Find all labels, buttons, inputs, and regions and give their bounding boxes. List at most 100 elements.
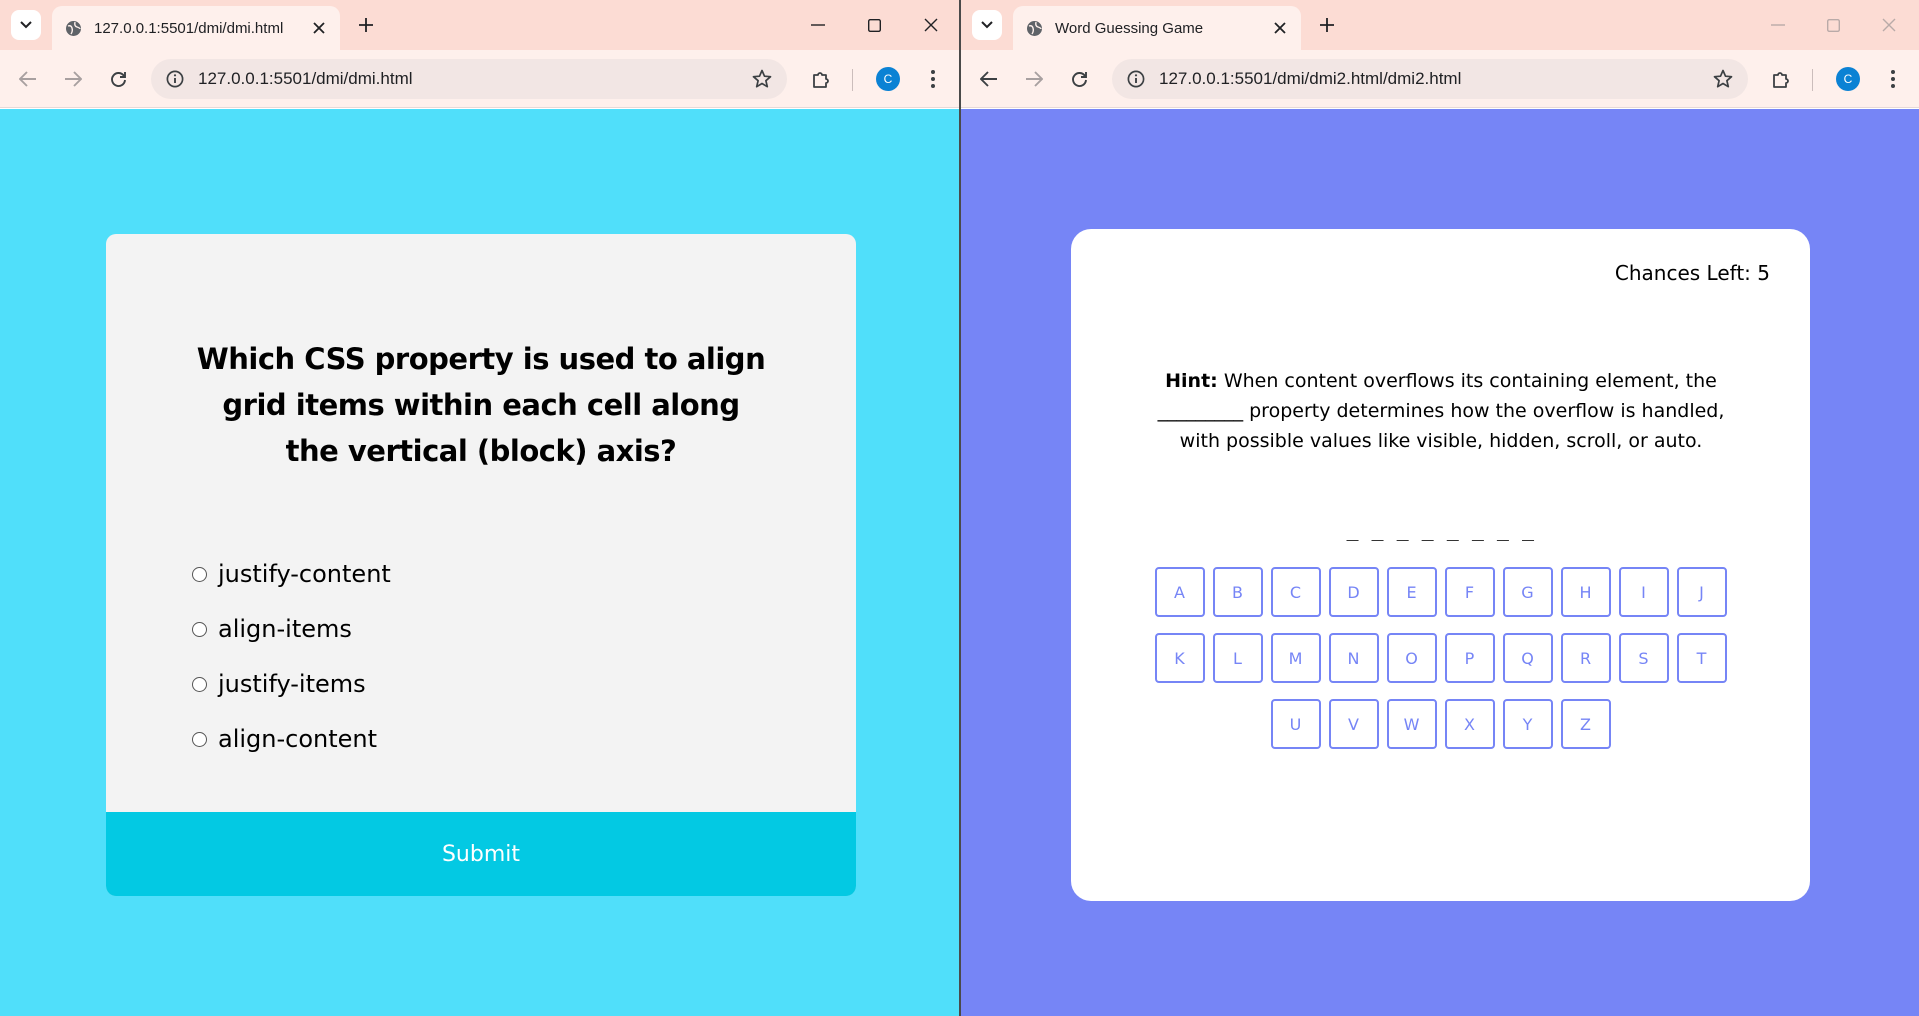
minimize-button[interactable]: [1758, 9, 1798, 41]
letter-key[interactable]: M: [1270, 633, 1321, 683]
maximize-icon: [867, 18, 881, 32]
letter-key[interactable]: P: [1444, 633, 1495, 683]
letter-key[interactable]: R: [1560, 633, 1611, 683]
menu-button[interactable]: [920, 66, 946, 92]
address-bar[interactable]: 127.0.0.1:5501/dmi/dmi2.html/dmi2.html: [1112, 59, 1748, 99]
letter-key[interactable]: Y: [1502, 699, 1553, 749]
reload-button[interactable]: [105, 66, 131, 92]
option-label: justify-items: [218, 670, 366, 698]
maximize-icon: [1826, 18, 1840, 32]
info-icon[interactable]: [165, 69, 185, 89]
quiz-option[interactable]: align-content: [192, 720, 377, 758]
letter-key[interactable]: V: [1328, 699, 1379, 749]
page-viewport: Chances Left: 5 Hint: When content overf…: [961, 109, 1919, 1016]
reload-button[interactable]: [1066, 66, 1092, 92]
toolbar: 127.0.0.1:5501/dmi/dmi.html C: [0, 50, 959, 108]
letter-key[interactable]: N: [1328, 633, 1379, 683]
letter-key[interactable]: Q: [1502, 633, 1553, 683]
letter-key[interactable]: U: [1270, 699, 1321, 749]
back-icon: [19, 71, 36, 87]
letter-key[interactable]: C: [1270, 567, 1321, 617]
letter-key[interactable]: O: [1386, 633, 1437, 683]
letter-key[interactable]: S: [1618, 633, 1669, 683]
maximize-button[interactable]: [854, 9, 894, 41]
radio-button[interactable]: [192, 731, 207, 747]
tab-title: Word Guessing Game: [1055, 19, 1204, 37]
tab-list-button[interactable]: [972, 10, 1002, 40]
new-tab-button[interactable]: [1314, 12, 1340, 38]
back-button[interactable]: [976, 66, 1002, 92]
info-icon[interactable]: [1126, 69, 1146, 89]
star-icon[interactable]: [1712, 68, 1734, 90]
globe-icon: [1025, 19, 1043, 37]
radio-button[interactable]: [192, 566, 207, 582]
plus-icon: [359, 18, 373, 32]
close-icon[interactable]: [1271, 19, 1289, 37]
reload-icon: [1071, 71, 1087, 87]
letter-key[interactable]: F: [1444, 567, 1495, 617]
letter-key[interactable]: G: [1502, 567, 1553, 617]
submit-button[interactable]: Submit: [106, 812, 856, 896]
letter-key[interactable]: D: [1328, 567, 1379, 617]
plus-icon: [1320, 18, 1334, 32]
url-text[interactable]: 127.0.0.1:5501/dmi/dmi.html: [198, 69, 413, 89]
profile-avatar[interactable]: C: [876, 67, 900, 91]
quiz-option[interactable]: justify-content: [192, 555, 391, 593]
tab-strip: Word Guessing Game: [961, 0, 1919, 50]
extensions-button[interactable]: [1768, 66, 1794, 92]
active-tab[interactable]: 127.0.0.1:5501/dmi/dmi.html: [52, 6, 340, 50]
toolbar: 127.0.0.1:5501/dmi/dmi2.html/dmi2.html C: [961, 50, 1919, 108]
letter-key[interactable]: K: [1154, 633, 1205, 683]
browser-window-left: 127.0.0.1:5501/dmi/dmi.html 127.0.0.1:55…: [0, 0, 959, 1016]
profile-avatar[interactable]: C: [1836, 67, 1860, 91]
tab-list-button[interactable]: [11, 10, 41, 40]
menu-icon: [931, 70, 935, 88]
maximize-button[interactable]: [1813, 9, 1853, 41]
word-blanks: _ _ _ _ _ _ _ _: [1346, 517, 1535, 541]
quiz-option[interactable]: justify-items: [192, 665, 366, 703]
letter-key[interactable]: T: [1676, 633, 1727, 683]
address-bar[interactable]: 127.0.0.1:5501/dmi/dmi.html: [151, 59, 787, 99]
letter-key[interactable]: A: [1154, 567, 1205, 617]
radio-button[interactable]: [192, 676, 207, 692]
forward-icon: [65, 71, 82, 87]
letter-key[interactable]: L: [1212, 633, 1263, 683]
chances-left: Chances Left: 5: [1614, 261, 1770, 285]
close-icon: [1882, 18, 1896, 32]
letter-key[interactable]: H: [1560, 567, 1611, 617]
reload-icon: [110, 71, 126, 87]
letter-key[interactable]: J: [1676, 567, 1727, 617]
url-text[interactable]: 127.0.0.1:5501/dmi/dmi2.html/dmi2.html: [1159, 69, 1461, 89]
extensions-icon: [1773, 72, 1789, 88]
forward-button[interactable]: [1021, 66, 1047, 92]
letter-key[interactable]: Z: [1560, 699, 1611, 749]
window-close-button[interactable]: [1869, 9, 1909, 41]
new-tab-button[interactable]: [353, 12, 379, 38]
forward-icon: [1026, 71, 1043, 87]
letter-key[interactable]: E: [1386, 567, 1437, 617]
extensions-button[interactable]: [808, 66, 834, 92]
tab-title: 127.0.0.1:5501/dmi/dmi.html: [94, 19, 284, 37]
minimize-button[interactable]: [798, 9, 838, 41]
close-icon: [924, 18, 938, 32]
chevron-down-icon: [981, 21, 993, 29]
letter-key[interactable]: W: [1386, 699, 1437, 749]
keyboard-row: ABCDEFGHIJ: [1071, 567, 1810, 617]
letter-key[interactable]: X: [1444, 699, 1495, 749]
quiz-option[interactable]: align-items: [192, 610, 352, 648]
letter-key[interactable]: B: [1212, 567, 1263, 617]
hint-body: When content overflows its containing el…: [1157, 370, 1725, 452]
forward-button[interactable]: [60, 66, 86, 92]
back-button[interactable]: [15, 66, 41, 92]
active-tab[interactable]: Word Guessing Game: [1013, 6, 1301, 50]
window-close-button[interactable]: [911, 9, 951, 41]
letter-key[interactable]: I: [1618, 567, 1669, 617]
quiz-question: Which CSS property is used to align grid…: [196, 342, 766, 468]
option-label: justify-content: [218, 560, 391, 588]
close-icon[interactable]: [310, 19, 328, 37]
game-card: Chances Left: 5 Hint: When content overf…: [1071, 229, 1810, 901]
star-icon[interactable]: [751, 68, 773, 90]
menu-button[interactable]: [1880, 66, 1906, 92]
minimize-icon: [1771, 24, 1785, 26]
radio-button[interactable]: [192, 621, 207, 637]
